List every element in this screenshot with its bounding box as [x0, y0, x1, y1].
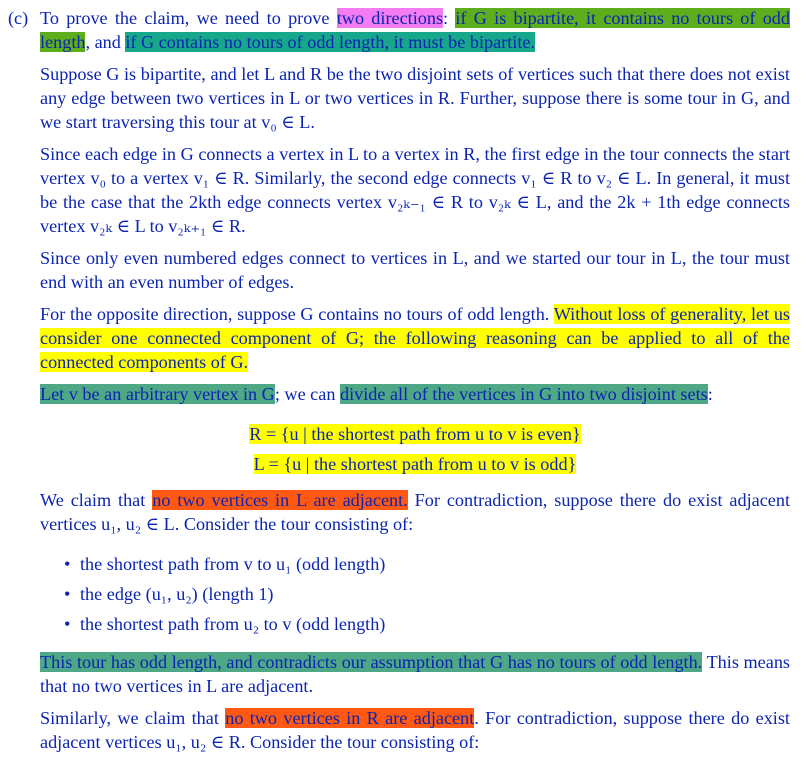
paragraph-even-edges: Since only even numbered edges connect t… [40, 248, 790, 292]
paragraph-claim-L: We claim that no two vertices in L are a… [40, 490, 791, 534]
highlight-no-adjacent-L: no two vertices in L are adjacent. [152, 490, 408, 510]
section-label: (c) [8, 8, 29, 28]
bullet-icon: • [64, 614, 71, 634]
paragraph-arbitrary-vertex: Let v be an arbitrary vertex in G; we ca… [40, 384, 713, 404]
bullet-icon: • [64, 584, 71, 604]
equation-R: R = {u | the shortest path from u to v i… [249, 424, 581, 444]
highlight-divide-sets: divide all of the vertices in G into two… [339, 384, 708, 404]
list-item: • the edge (u₁, u₂) (length 1) [64, 584, 274, 604]
list-item: • the shortest path from u₂ to v (odd len… [64, 614, 386, 634]
bullet-icon: • [64, 554, 71, 574]
paragraph-edge-traversal: Since each edge in G connects a vertex i… [40, 144, 790, 236]
highlight-reverse-direction: if G contains no tours of odd length, it… [125, 32, 536, 52]
highlight-contradiction: This tour has odd length, and contradict… [40, 652, 703, 672]
paragraph-claim-R: Similarly, we claim that no two vertices… [40, 708, 790, 752]
proof-page: (c) To prove the claim, we need to prove… [0, 0, 806, 758]
highlight-two-directions: two directions [336, 8, 444, 28]
list-item: • the shortest path from v to u₁ (odd len… [64, 554, 386, 574]
paragraph-contradiction: This tour has odd length, and contradict… [40, 652, 791, 696]
paragraph-opposite-direction: For the opposite direction, suppose G co… [40, 304, 790, 372]
paragraph-suppose-bipartite: Suppose G is bipartite, and let L and R … [40, 64, 790, 132]
highlight-arbitrary-vertex: Let v be an arbitrary vertex in G [40, 384, 275, 404]
highlight-no-adjacent-R: no two vertices in R are adjacent [225, 708, 475, 728]
intro-paragraph: To prove the claim, we need to prove two… [40, 8, 790, 52]
equation-L: L = {u | the shortest path from u to v i… [253, 454, 577, 474]
